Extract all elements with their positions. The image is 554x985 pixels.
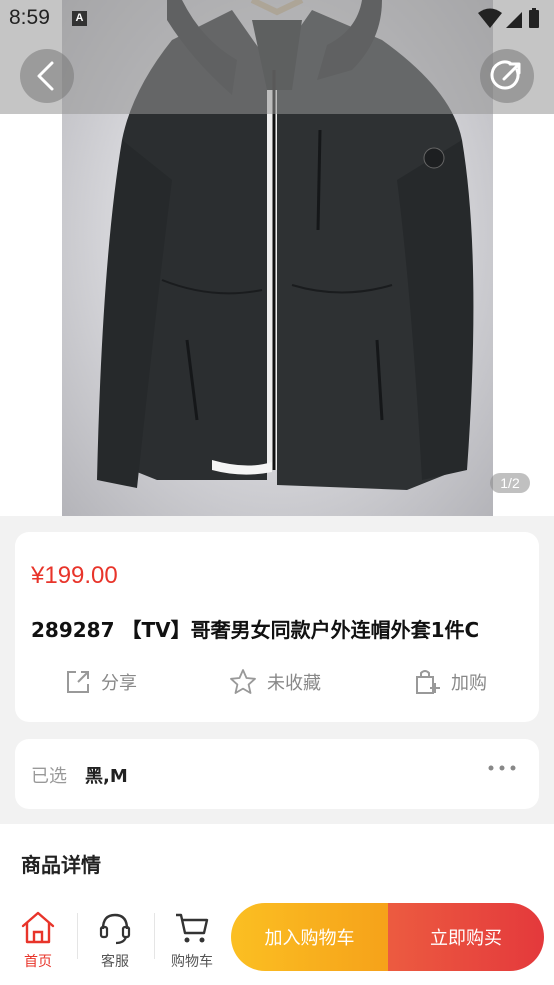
- notification-icon: A: [72, 11, 87, 26]
- back-button[interactable]: [20, 49, 74, 103]
- nav-home[interactable]: 首页: [0, 895, 76, 985]
- product-info-card: ¥199.00 289287 【TV】哥奢男女同款户外连帽外套1件C 分享 未收…: [15, 532, 539, 722]
- add-to-cart-button[interactable]: 加入购物车: [231, 903, 388, 971]
- share-label: 分享: [101, 673, 137, 694]
- share-action[interactable]: 分享: [65, 664, 137, 700]
- buy-now-button[interactable]: 立即购买: [388, 903, 544, 971]
- image-pager: 1/2: [490, 473, 530, 493]
- nav-cart-label: 购物车: [171, 954, 213, 970]
- nav-home-label: 首页: [24, 954, 52, 970]
- star-icon: [230, 669, 256, 694]
- detail-title: 商品详情: [21, 853, 101, 877]
- external-share-icon: [67, 671, 89, 693]
- more-dots-icon: [488, 765, 516, 771]
- product-price: ¥199.00: [31, 562, 118, 589]
- nav-service-label: 客服: [101, 954, 129, 970]
- product-actions: 分享 未收藏 加购: [15, 664, 539, 700]
- spec-label: 已选: [31, 766, 67, 787]
- status-bar: 8:59 A: [0, 0, 554, 38]
- nav-service[interactable]: 客服: [77, 895, 153, 985]
- add-cart-label: 加购: [451, 673, 487, 694]
- favorite-label: 未收藏: [267, 673, 321, 694]
- headset-icon: [99, 913, 131, 945]
- status-time: 8:59: [9, 6, 50, 29]
- product-title: 289287 【TV】哥奢男女同款户外连帽外套1件C: [31, 618, 480, 642]
- purchase-buttons: 加入购物车 立即购买: [231, 903, 544, 971]
- share-icon: [490, 60, 521, 90]
- add-cart-action[interactable]: 加购: [413, 664, 487, 700]
- bottom-bar: 首页 客服 购物车 加入购物车 立即购买: [0, 895, 554, 985]
- home-icon: [21, 911, 55, 944]
- spec-value: 黑,M: [85, 766, 128, 787]
- spec-selector[interactable]: 已选 黑,M: [15, 739, 539, 809]
- share-button[interactable]: [480, 49, 534, 103]
- bag-plus-icon: [416, 670, 440, 694]
- product-image-gallery[interactable]: 8:59 A 1/2: [0, 0, 554, 516]
- chevron-left-icon: [37, 61, 54, 91]
- favorite-action[interactable]: 未收藏: [229, 664, 321, 700]
- shopping-cart-icon: [176, 913, 209, 943]
- wifi-signal-battery-icon: [478, 8, 539, 28]
- nav-cart[interactable]: 购物车: [154, 895, 230, 985]
